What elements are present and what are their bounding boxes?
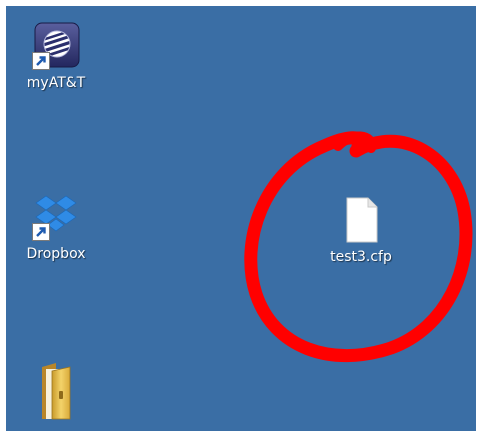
desktop-icon-label: Dropbox <box>26 246 86 262</box>
desktop-icon-label: test3.cfp <box>330 249 392 265</box>
desktop-icon-folder[interactable] <box>11 361 101 420</box>
shortcut-arrow-icon <box>32 52 50 70</box>
blank-file-icon <box>337 196 385 244</box>
desktop-icon-myatt[interactable]: myAT&T <box>11 22 101 92</box>
shortcut-arrow-icon <box>32 223 50 241</box>
att-globe-icon <box>32 22 80 70</box>
desktop-icon-label: myAT&T <box>26 75 86 91</box>
desktop-icon-test3-cfp[interactable]: test3.cfp <box>316 196 406 266</box>
folder-icon <box>32 361 80 420</box>
desktop[interactable]: myAT&T Dropbox test3.cfp <box>6 6 476 431</box>
dropbox-icon <box>32 193 80 241</box>
desktop-icon-dropbox[interactable]: Dropbox <box>11 193 101 263</box>
